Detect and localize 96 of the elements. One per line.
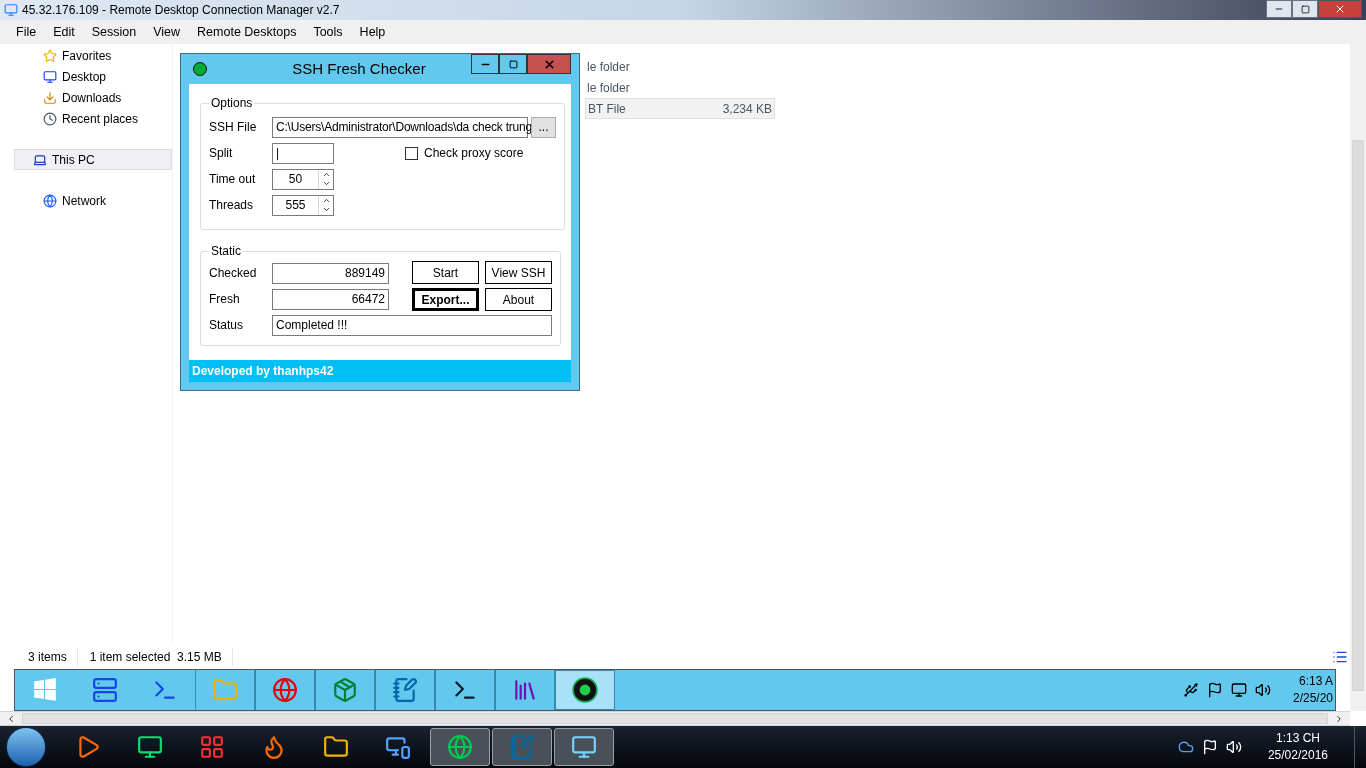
download-icon (43, 90, 57, 105)
taskbar-button[interactable] (435, 670, 495, 710)
clock-date: 2/25/20 (1292, 690, 1333, 707)
nav-item[interactable]: This PC (14, 149, 172, 170)
field-label: Time out (209, 171, 257, 188)
checkbox-label: Check proxy score (424, 145, 524, 162)
threads-spinbox[interactable]: 555 (272, 194, 334, 216)
browse-button[interactable]: ... (531, 116, 556, 138)
action-button[interactable]: About (485, 288, 552, 311)
globe-icon (272, 677, 298, 703)
clock-time: 1:13 CH (1275, 730, 1320, 747)
globe-icon (43, 193, 57, 208)
field-label: SSH File (209, 119, 258, 136)
app-icon (4, 3, 18, 17)
file-type: le folder (587, 79, 630, 97)
footer-text: Developed by thanhps42 (192, 363, 334, 380)
menu-item[interactable]: Help (351, 20, 394, 44)
monitor-icon (43, 69, 57, 84)
close-icon (542, 57, 556, 71)
maximize-button[interactable] (1292, 0, 1318, 18)
vertical-scrollbar[interactable] (1350, 44, 1366, 711)
app-logo-icon (193, 62, 207, 76)
grid-icon (199, 734, 225, 760)
close-icon (1334, 3, 1346, 15)
nav-item[interactable]: Desktop (14, 66, 172, 87)
speaker-icon[interactable] (1225, 739, 1242, 755)
file-row[interactable]: le folder (585, 77, 775, 98)
notepad-icon (509, 734, 535, 760)
action-button[interactable]: Start (412, 261, 479, 284)
status-text: 3 items (28, 648, 78, 666)
clock-date: 25/02/2016 (1267, 747, 1328, 764)
folder-icon (323, 734, 349, 760)
timeout-spinbox[interactable]: 50 (272, 168, 334, 190)
books-icon (512, 677, 538, 703)
app-logo-icon (572, 677, 598, 703)
cloud-icon[interactable] (1177, 739, 1194, 755)
file-row[interactable]: le folder (585, 56, 775, 77)
taskbar-button[interactable] (555, 670, 615, 710)
field-label: Threads (209, 197, 255, 214)
windows-logo-icon (32, 677, 58, 703)
computer-icon (33, 152, 47, 167)
clock-time: 6:13 A (1298, 673, 1333, 690)
start-button[interactable] (6, 727, 46, 767)
minimize-button[interactable] (471, 54, 499, 74)
nav-item[interactable]: Favorites (14, 45, 172, 66)
action-button[interactable]: Export... (412, 288, 479, 311)
monitor-icon (137, 734, 163, 760)
usb-icon[interactable] (1182, 682, 1199, 698)
dialog-title: SSH Fresh Checker (291, 58, 427, 79)
checked-count-field[interactable]: 889149 (272, 262, 389, 284)
file-type: le folder (587, 58, 630, 76)
clock-icon (43, 111, 57, 126)
checkbox[interactable] (405, 146, 418, 160)
action-button[interactable]: View SSH (485, 261, 552, 284)
file-size: 3,234 KB (722, 100, 772, 118)
group-title: Options (210, 95, 254, 112)
maximize-button[interactable] (499, 54, 527, 74)
horizontal-scrollbar[interactable] (0, 711, 1350, 726)
nav-item[interactable]: Downloads (14, 87, 172, 108)
maximize-icon (508, 59, 518, 69)
flag-icon[interactable] (1201, 739, 1218, 755)
speaker-icon[interactable] (1254, 682, 1271, 698)
field-label: Fresh (209, 291, 241, 308)
menu-item[interactable]: Edit (45, 20, 83, 44)
status-text: 1 item selected 3.15 MB (89, 648, 233, 666)
menu-item[interactable]: File (8, 20, 45, 44)
file-row[interactable]: BT File 3,234 KB (585, 98, 775, 119)
window-title: 45.32.176.109 - Remote Desktop Connection Manager v2.7 (22, 2, 340, 19)
field-label: Split (209, 145, 234, 162)
flag-icon[interactable] (1206, 682, 1223, 698)
field-label: Status (209, 317, 245, 334)
server-icon (92, 677, 118, 703)
star-icon (43, 48, 57, 63)
status-field[interactable]: Completed !!! (272, 314, 552, 336)
split-field[interactable]: | (272, 142, 334, 164)
maximize-icon (1300, 4, 1310, 14)
nav-item[interactable]: Recent places (14, 108, 172, 129)
menu-item[interactable]: View (145, 20, 189, 44)
globe-icon (447, 734, 473, 760)
minimize-button[interactable] (1266, 0, 1292, 18)
network-icon[interactable] (1230, 682, 1247, 698)
notepad-icon (392, 677, 418, 703)
file-type: BT File (588, 100, 626, 118)
field-label: Checked (209, 265, 258, 282)
nav-item[interactable]: Network (14, 190, 172, 211)
details-view-icon[interactable] (1332, 649, 1348, 665)
fresh-count-field[interactable]: 66472 (272, 288, 389, 310)
close-button[interactable] (527, 54, 571, 74)
group-title: Static (210, 243, 242, 260)
menu-item[interactable]: Session (83, 20, 145, 44)
folder-icon (212, 677, 238, 703)
monitor-icon (385, 734, 411, 760)
menu-item[interactable]: Tools (305, 20, 351, 44)
menu-item[interactable]: Remote Desktops (189, 20, 305, 44)
monitor-icon (571, 734, 597, 760)
box-icon (332, 677, 358, 703)
